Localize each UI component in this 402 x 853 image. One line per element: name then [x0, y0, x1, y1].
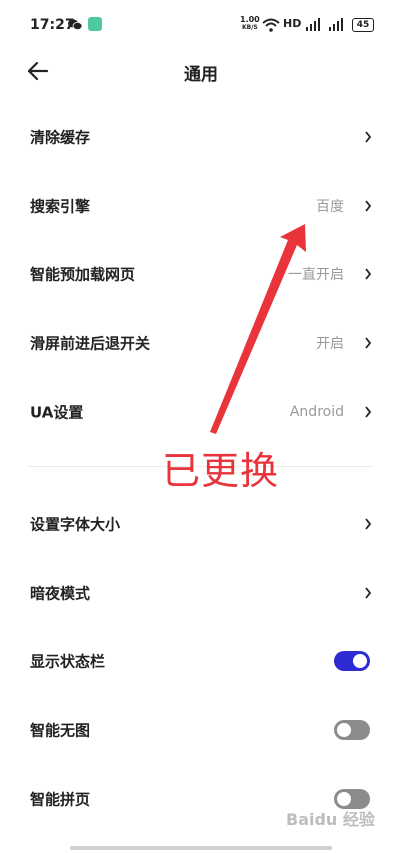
settings-row-swipe-navigation[interactable]: 滑屏前进后退开关 开启 — [0, 313, 402, 373]
header: 通用 — [0, 48, 402, 94]
wechat-icon — [68, 19, 82, 30]
row-label: 智能无图 — [30, 721, 91, 740]
settings-row-ua[interactable]: UA设置 Android — [0, 382, 402, 442]
settings-row-show-statusbar: 显示状态栏 — [0, 631, 402, 691]
chevron-right-icon — [365, 587, 372, 599]
row-label: 设置字体大小 — [30, 515, 121, 534]
no-image-toggle[interactable] — [334, 720, 370, 740]
settings-row-dark-mode[interactable]: 暗夜模式 — [0, 563, 402, 623]
row-label: 智能预加载网页 — [30, 265, 136, 284]
chevron-right-icon — [365, 200, 372, 212]
settings-row-smart-preload[interactable]: 智能预加载网页 一直开启 — [0, 244, 402, 304]
home-indicator[interactable] — [70, 846, 332, 850]
show-statusbar-toggle[interactable] — [334, 651, 370, 671]
settings-row-search-engine[interactable]: 搜索引擎 百度 — [0, 176, 402, 236]
row-value: 开启 — [316, 336, 344, 352]
chevron-right-icon — [365, 268, 372, 280]
watermark: Baidu 经验 — [286, 810, 375, 829]
chevron-right-icon — [365, 518, 372, 530]
wifi-icon — [262, 18, 280, 32]
row-label: 搜索引擎 — [30, 197, 91, 216]
row-label: 清除缓存 — [30, 128, 91, 147]
row-label: UA设置 — [30, 403, 84, 422]
row-value: 一直开启 — [288, 267, 344, 283]
page-title: 通用 — [184, 65, 218, 85]
chevron-right-icon — [365, 131, 372, 143]
hd-label: HD — [283, 17, 302, 30]
row-label: 显示状态栏 — [30, 652, 106, 671]
toggle-knob — [337, 792, 351, 806]
settings-row-font-size[interactable]: 设置字体大小 — [0, 494, 402, 554]
signal-icon-sim1 — [306, 18, 320, 31]
chevron-right-icon — [365, 337, 372, 349]
row-value: 百度 — [316, 199, 344, 215]
row-value: Android — [289, 404, 344, 420]
row-label: 滑屏前进后退开关 — [30, 334, 151, 353]
annotation-text: 已更换 — [162, 449, 280, 493]
settings-row-clear-cache[interactable]: 清除缓存 — [0, 107, 402, 167]
net-speed-unit: KB/S — [242, 24, 258, 31]
row-label: 智能拼页 — [30, 790, 91, 809]
battery-indicator: 45 — [352, 18, 374, 32]
toggle-knob — [353, 654, 367, 668]
net-speed-value: 1.00 — [240, 15, 260, 24]
signal-icon-sim2 — [329, 18, 343, 31]
toggle-knob — [337, 723, 351, 737]
row-label: 暗夜模式 — [30, 584, 91, 603]
chevron-right-icon — [365, 406, 372, 418]
network-speed: 1.00 KB/S — [240, 15, 260, 32]
app-notification-icon — [88, 17, 102, 31]
settings-row-no-image: 智能无图 — [0, 700, 402, 760]
status-bar: 17:27 1.00 KB/S HD 45 — [0, 0, 402, 48]
